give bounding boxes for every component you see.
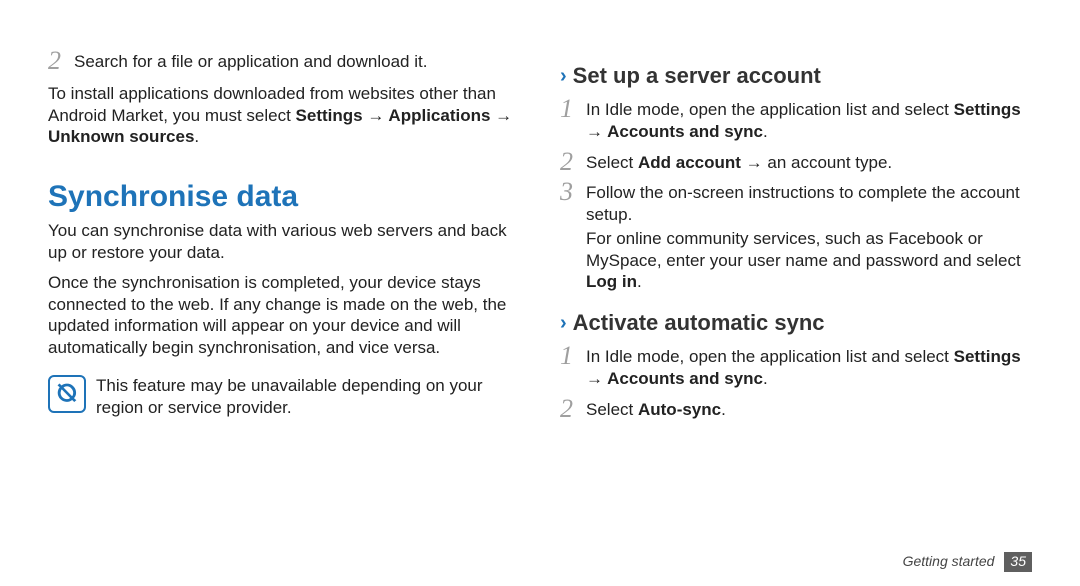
section-heading-synchronise: Synchronise data (48, 178, 520, 216)
text-b: . (763, 122, 768, 141)
text-a: Select (586, 400, 638, 419)
step-number: 1 (560, 343, 586, 369)
step-number: 2 (48, 48, 74, 74)
setup-step-3: 3 Follow the on-screen instructions to c… (560, 179, 1032, 295)
text-b: . (763, 369, 768, 388)
subheading-activate-autosync-text: Activate automatic sync (573, 309, 825, 337)
step-body: Select Auto-sync. (586, 396, 1032, 423)
note-block: ⦰ This feature may be unavailable depend… (48, 373, 520, 419)
text-b: → an account type. (741, 153, 892, 172)
text-bold: Auto-sync (638, 400, 721, 419)
note-icon: ⦰ (48, 375, 86, 413)
step-text: Search for a file or application and dow… (74, 51, 520, 73)
left-column: 2 Search for a file or application and d… (48, 48, 520, 586)
text-a: In Idle mode, open the application list … (586, 100, 954, 119)
text-a: Select (586, 153, 638, 172)
install-text-b: . (194, 127, 199, 146)
subheading-setup-server-text: Set up a server account (573, 62, 821, 90)
step-number: 3 (560, 179, 586, 205)
footer-page-number: 35 (1004, 552, 1032, 572)
step-body: Search for a file or application and dow… (74, 48, 520, 75)
left-step-2: 2 Search for a file or application and d… (48, 48, 520, 75)
setup-step-2: 2 Select Add account → an account type. (560, 149, 1032, 176)
note-text: This feature may be unavailable dependin… (96, 373, 520, 419)
autosync-step-1: 1 In Idle mode, open the application lis… (560, 343, 1032, 392)
text-p2bold: Log in (586, 272, 637, 291)
autosync-step-2: 2 Select Auto-sync. (560, 396, 1032, 423)
setup-step-1: 1 In Idle mode, open the application lis… (560, 96, 1032, 145)
sync-paragraph-2: Once the synchronisation is completed, y… (48, 272, 520, 359)
step-body: Select Add account → an account type. (586, 149, 1032, 176)
chevron-right-icon: › (560, 313, 567, 333)
step-body: In Idle mode, open the application list … (586, 96, 1032, 145)
step-number: 1 (560, 96, 586, 122)
text-b: . (721, 400, 726, 419)
note-icon-glyph: ⦰ (57, 382, 76, 406)
step-body: In Idle mode, open the application list … (586, 343, 1032, 392)
install-paragraph: To install applications downloaded from … (48, 83, 520, 148)
step-number: 2 (560, 149, 586, 175)
page-footer: Getting started 35 (903, 552, 1032, 572)
text-p2a: For online community services, such as F… (586, 229, 1021, 270)
step-number: 2 (560, 396, 586, 422)
subheading-activate-autosync: › Activate automatic sync (560, 309, 1032, 337)
chevron-right-icon: › (560, 66, 567, 86)
text-p2b: . (637, 272, 642, 291)
subheading-setup-server: › Set up a server account (560, 62, 1032, 90)
text-bold: Add account (638, 153, 741, 172)
step-body: Follow the on-screen instructions to com… (586, 179, 1032, 295)
text-a: In Idle mode, open the application list … (586, 347, 954, 366)
right-column: › Set up a server account 1 In Idle mode… (560, 48, 1032, 586)
footer-section-name: Getting started (903, 553, 995, 571)
text-a: Follow the on-screen instructions to com… (586, 182, 1032, 226)
page: 2 Search for a file or application and d… (0, 0, 1080, 586)
sync-paragraph-1: You can synchronise data with various we… (48, 220, 520, 264)
